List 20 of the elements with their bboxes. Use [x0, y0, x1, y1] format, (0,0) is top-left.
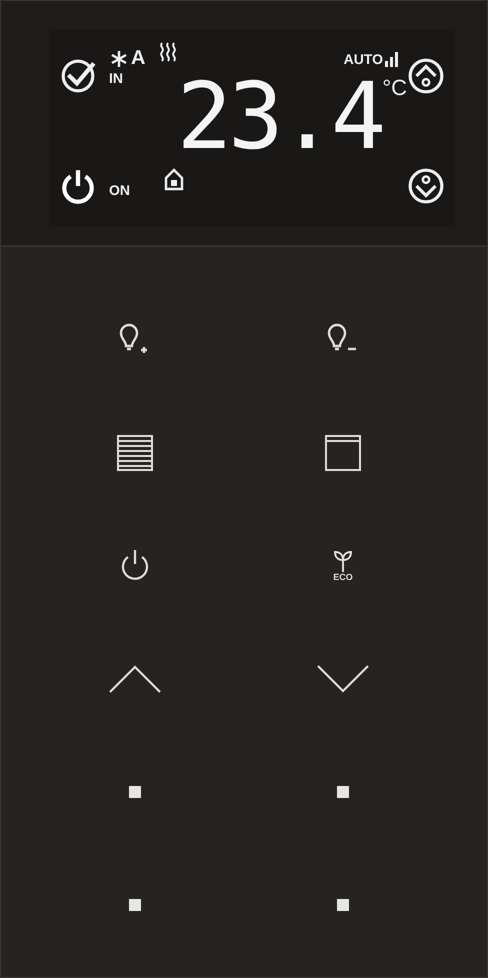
- sprout-icon: [331, 550, 355, 572]
- mode-label: IN: [109, 70, 124, 86]
- power-state-label: ON: [109, 182, 131, 198]
- fan-mode-label: A: [131, 47, 146, 70]
- open-blind-icon[interactable]: [323, 432, 363, 472]
- eco-button[interactable]: ECO: [331, 550, 355, 582]
- down-arrow-circle-icon[interactable]: [407, 167, 445, 205]
- auto-label: AUTO: [344, 51, 383, 67]
- chevron-up-icon[interactable]: [108, 664, 162, 694]
- closed-blind-icon[interactable]: [115, 432, 155, 472]
- unit-label: °C: [382, 75, 407, 101]
- house-icon: [162, 167, 185, 191]
- up-arrow-circle-icon[interactable]: [407, 57, 445, 95]
- snowflake-icon: [109, 48, 129, 68]
- chevron-down-icon[interactable]: [316, 664, 370, 694]
- eco-label: ECO: [333, 572, 353, 582]
- fan-speed-bars-icon: [385, 51, 399, 67]
- temperature-reading: 23.4: [176, 67, 382, 167]
- power-icon[interactable]: [59, 167, 97, 205]
- check-circle-icon[interactable]: [59, 57, 97, 95]
